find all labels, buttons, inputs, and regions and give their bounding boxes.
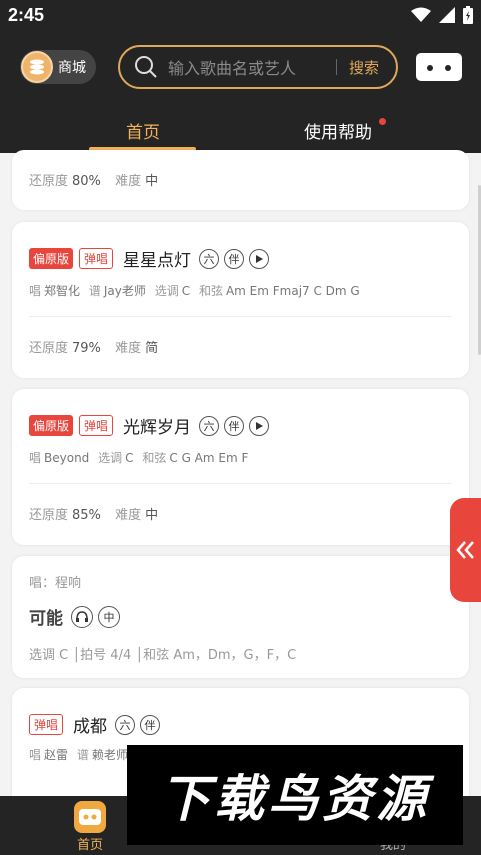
card-divider bbox=[29, 316, 452, 317]
song-title-row: 弹唱 成都 六 伴 bbox=[29, 712, 165, 737]
double-chevron-left-icon bbox=[455, 541, 474, 559]
difficulty-value: 中 bbox=[145, 174, 159, 189]
status-time: 2:45 bbox=[8, 5, 45, 25]
accuracy-label: 还原度 bbox=[29, 341, 69, 356]
key-value: C bbox=[125, 451, 134, 465]
key-value: C bbox=[181, 284, 191, 298]
scorer-name: Jay老师 bbox=[103, 284, 146, 298]
shop-button[interactable]: 商城 bbox=[20, 50, 96, 84]
play-icon[interactable] bbox=[249, 415, 270, 436]
shop-logo-icon bbox=[21, 51, 53, 83]
tab-help[interactable]: 使用帮助 bbox=[304, 118, 372, 143]
song-stats: 还原度 79% 难度简 bbox=[29, 337, 168, 356]
difficulty-label: 难度 bbox=[115, 341, 142, 356]
gamepad-icon bbox=[427, 65, 451, 71]
scorer-label: 谱 bbox=[76, 748, 89, 762]
six-string-tag: 六 bbox=[199, 248, 220, 269]
song-title: 可能 bbox=[29, 609, 63, 629]
six-string-tag: 六 bbox=[199, 415, 220, 436]
sing-play-badge: 弹唱 bbox=[79, 248, 114, 269]
song-title-row: 可能 中 bbox=[29, 604, 125, 629]
singer-label: 唱 bbox=[29, 748, 42, 762]
tab-bar: 首页 使用帮助 bbox=[0, 110, 481, 153]
song-info-line: 选调 C │拍号 4/4 │和弦 Am，Dm，G，F，C bbox=[29, 648, 297, 663]
chord-values: C G Am Em F bbox=[169, 451, 249, 465]
accuracy-value: 85% bbox=[72, 508, 101, 523]
sing-play-badge: 弹唱 bbox=[29, 714, 64, 735]
singer-label: 唱 bbox=[29, 284, 42, 298]
status-bar: 2:45 bbox=[0, 0, 481, 34]
search-bar[interactable]: 输入歌曲名或艺人 搜索 bbox=[118, 45, 398, 89]
status-icons bbox=[411, 6, 473, 24]
gamepad-button[interactable] bbox=[416, 53, 462, 81]
difficulty-value: 中 bbox=[145, 508, 159, 523]
key-label: 选调 bbox=[98, 451, 123, 465]
original-badge: 偏原版 bbox=[29, 415, 74, 436]
song-credits: 唱郑智化 谱 Jay老师 选调 C 和弦 Am Em Fmaj7 C Dm G bbox=[29, 282, 365, 299]
song-title: 成都 bbox=[73, 717, 108, 737]
accuracy-value: 79% bbox=[72, 341, 101, 356]
battery-icon bbox=[463, 6, 473, 24]
scorer-name: 赖老师 bbox=[91, 748, 128, 762]
singer-name: 郑智化 bbox=[44, 284, 81, 298]
song-card[interactable]: 偏原版 弹唱 星星点灯 六 伴 唱郑智化 谱 Jay老师 选调 C 和弦 Am Em … bbox=[12, 222, 469, 378]
tab-home[interactable]: 首页 bbox=[126, 118, 160, 143]
watermark-overlay: 下载鸟资源 bbox=[127, 745, 463, 845]
top-header: 2:45 商城 输入歌曲名或艺人 搜索 首页 使用帮助 bbox=[0, 0, 481, 153]
scorer-label: 谱 bbox=[88, 284, 101, 298]
difficulty-label: 难度 bbox=[115, 508, 142, 523]
accuracy-label: 还原度 bbox=[29, 174, 69, 189]
song-stats: 还原度 80% 难度中 bbox=[29, 170, 168, 189]
accompaniment-tag: 伴 bbox=[140, 714, 161, 735]
song-title: 星星点灯 bbox=[123, 251, 192, 271]
shop-label: 商城 bbox=[58, 60, 86, 76]
singer-name: Beyond bbox=[44, 451, 90, 465]
song-card[interactable]: 还原度 80% 难度中 bbox=[12, 150, 469, 210]
accuracy-value: 80% bbox=[72, 174, 101, 189]
singer-line: 唱：程响 bbox=[29, 576, 82, 591]
difficulty-value: 简 bbox=[145, 341, 159, 356]
nav-home-icon[interactable] bbox=[74, 801, 106, 833]
difficulty-label: 难度 bbox=[115, 174, 142, 189]
sing-play-badge: 弹唱 bbox=[79, 415, 114, 436]
headphones-icon bbox=[71, 605, 93, 628]
song-card[interactable]: 唱：程响 可能 中 选调 C │拍号 4/4 │和弦 Am，Dm，G，F，C bbox=[12, 556, 469, 678]
song-title-row: 偏原版 弹唱 星星点灯 六 伴 bbox=[29, 246, 274, 271]
watermark-text: 下载鸟资源 bbox=[160, 770, 430, 828]
difficulty-tag: 中 bbox=[98, 605, 120, 628]
wifi-icon bbox=[411, 7, 431, 22]
song-stats: 还原度 85% 难度中 bbox=[29, 504, 168, 523]
search-icon bbox=[135, 56, 157, 78]
card-divider bbox=[29, 483, 452, 484]
song-credits: 唱赵雷 谱赖老师 bbox=[29, 746, 133, 763]
chord-label: 和弦 bbox=[198, 284, 223, 298]
chord-values: Am Em Fmaj7 C Dm G bbox=[225, 284, 360, 298]
search-button[interactable]: 搜索 bbox=[349, 57, 379, 78]
play-icon[interactable] bbox=[249, 248, 270, 269]
song-card[interactable]: 偏原版 弹唱 光辉岁月 六 伴 唱 Beyond 选调 C 和弦 C G Am Em … bbox=[12, 389, 469, 545]
key-label: 选调 bbox=[154, 284, 179, 298]
search-divider bbox=[336, 59, 337, 75]
original-badge: 偏原版 bbox=[29, 248, 74, 269]
song-title-row: 偏原版 弹唱 光辉岁月 六 伴 bbox=[29, 413, 274, 438]
chord-label: 和弦 bbox=[142, 451, 167, 465]
accuracy-label: 还原度 bbox=[29, 508, 69, 523]
six-string-tag: 六 bbox=[115, 714, 136, 735]
accompaniment-tag: 伴 bbox=[224, 415, 245, 436]
song-credits: 唱 Beyond 选调 C 和弦 C G Am Em F bbox=[29, 449, 253, 466]
signal-icon bbox=[439, 7, 455, 23]
singer-name: 赵雷 bbox=[44, 748, 69, 762]
notification-dot bbox=[379, 118, 386, 125]
song-title: 光辉岁月 bbox=[123, 418, 192, 438]
singer-label: 唱 bbox=[29, 451, 42, 465]
side-drawer-toggle[interactable] bbox=[450, 498, 481, 602]
nav-home-label[interactable]: 首页 bbox=[77, 834, 103, 853]
accompaniment-tag: 伴 bbox=[224, 248, 245, 269]
search-input[interactable]: 输入歌曲名或艺人 bbox=[168, 55, 318, 79]
